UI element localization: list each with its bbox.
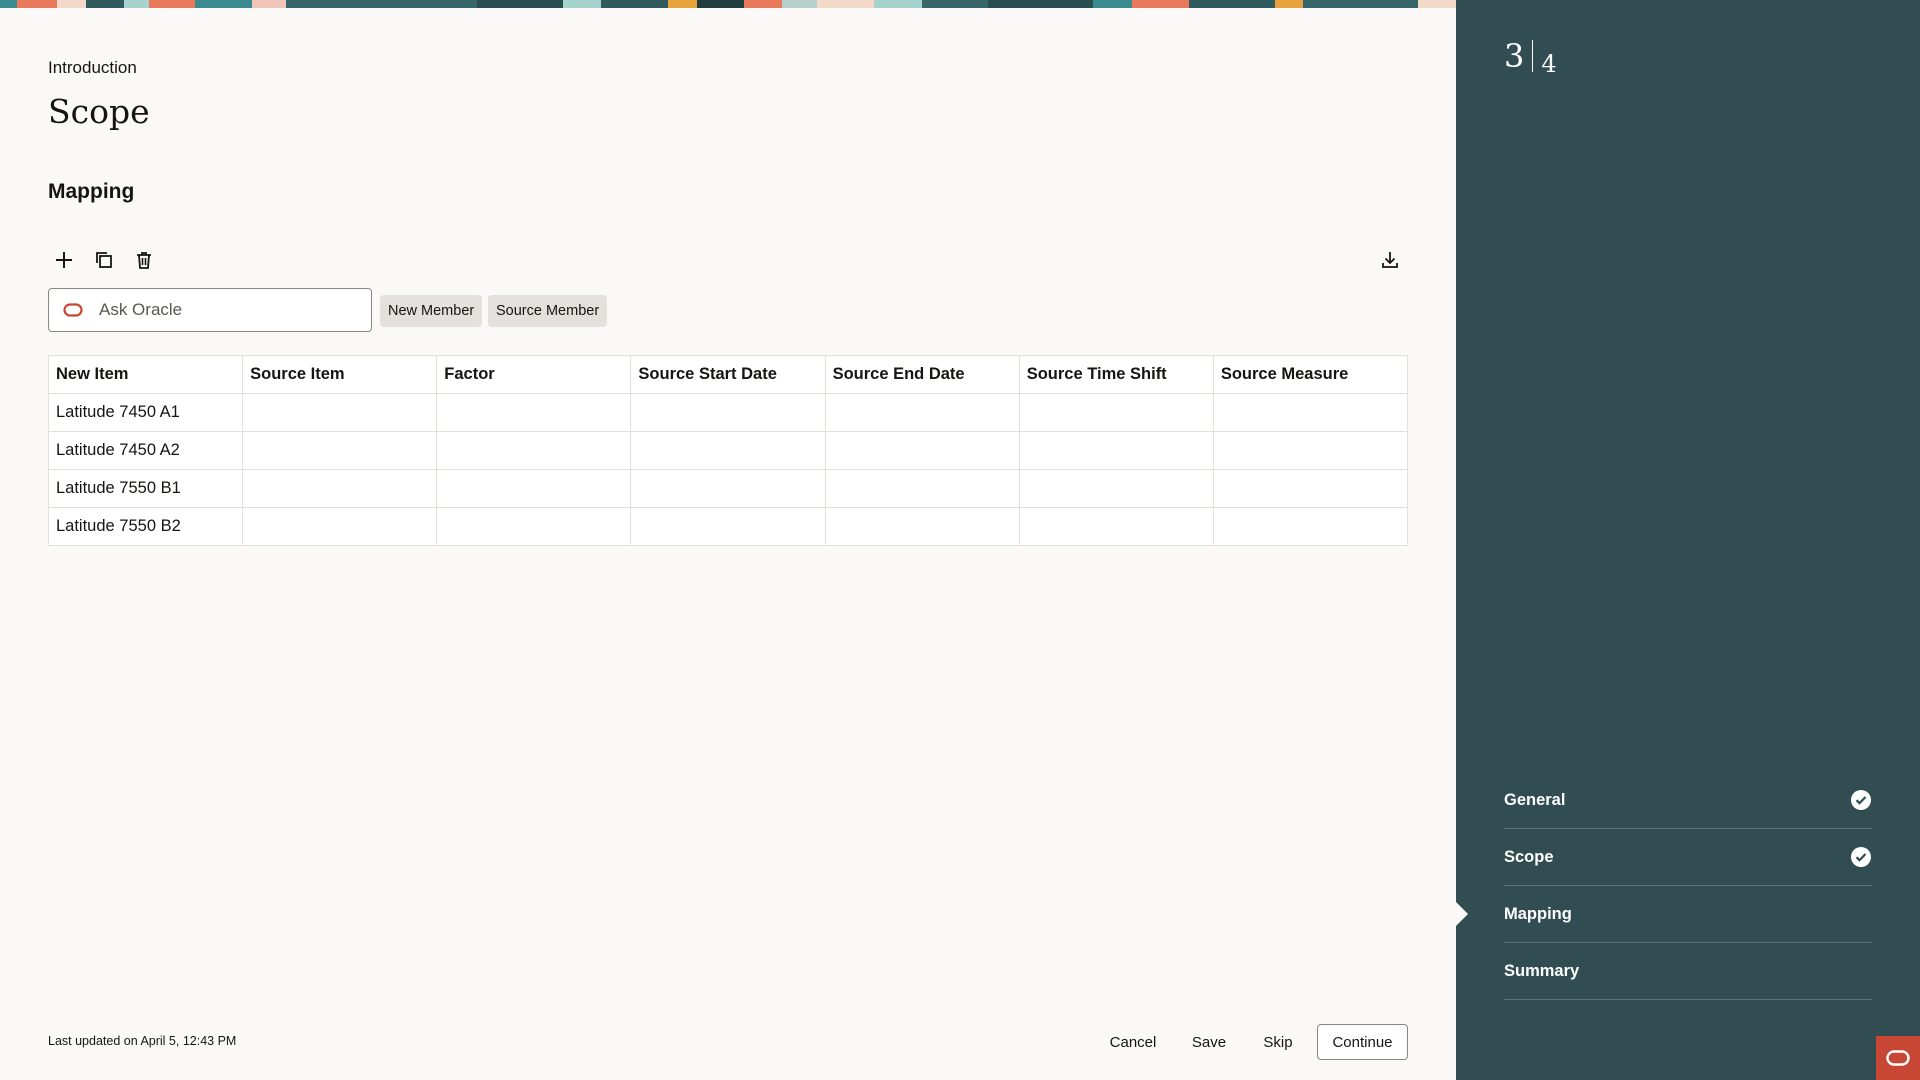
ask-oracle-box[interactable] — [48, 288, 372, 332]
table-header-row: New Item Source Item Factor Source Start… — [47, 355, 1409, 394]
step-label: Scope — [1504, 847, 1554, 866]
table-cell[interactable] — [824, 469, 1020, 508]
ask-oracle-input[interactable] — [99, 300, 349, 320]
step-list: General Scope Mapping Summary — [1504, 772, 1872, 1000]
step-item-summary[interactable]: Summary — [1504, 943, 1872, 1000]
step-item-general[interactable]: General — [1504, 772, 1872, 829]
table-cell[interactable] — [1018, 507, 1214, 546]
column-header-factor[interactable]: Factor — [436, 355, 632, 394]
column-header-source-start-date[interactable]: Source Start Date — [630, 355, 826, 394]
table-cell[interactable]: Latitude 7450 A2 — [47, 431, 244, 470]
table-cell[interactable] — [630, 507, 826, 546]
trash-icon — [137, 252, 151, 269]
step-total: 4 — [1541, 50, 1557, 78]
oracle-ring-icon — [1886, 1050, 1910, 1066]
table-cell[interactable] — [824, 431, 1020, 470]
copy-icon — [96, 252, 112, 268]
table-cell[interactable]: Latitude 7450 A1 — [47, 393, 244, 432]
active-step-pointer — [1456, 902, 1468, 926]
oracle-ring-icon — [63, 303, 83, 317]
main-content: Introduction Scope Mapping Ask Oracle Ne… — [0, 8, 1456, 1080]
table-cell[interactable] — [1212, 393, 1409, 432]
continue-button[interactable]: Continue — [1317, 1024, 1408, 1060]
section-title: Mapping — [48, 180, 135, 203]
table-cell[interactable] — [824, 393, 1020, 432]
check-circle-icon — [1851, 790, 1871, 810]
step-item-mapping[interactable]: Mapping — [1504, 886, 1872, 943]
column-header-source-end-date[interactable]: Source End Date — [824, 355, 1020, 394]
table-cell[interactable] — [242, 507, 438, 546]
table-cell[interactable] — [242, 469, 438, 508]
decorative-banner — [0, 0, 1456, 8]
column-header-source-measure[interactable]: Source Measure — [1212, 355, 1409, 394]
skip-button[interactable]: Skip — [1256, 1024, 1300, 1060]
table-toolbar — [50, 246, 158, 274]
step-counter: 3 4 — [1504, 38, 1557, 76]
last-updated-text: Last updated on April 5, 12:43 PM — [48, 1034, 237, 1048]
duplicate-row-button[interactable] — [90, 246, 118, 274]
table-cell[interactable] — [436, 431, 632, 470]
table-cell[interactable]: Latitude 7550 B2 — [47, 507, 244, 546]
breadcrumb: Introduction — [48, 58, 137, 77]
table-cell[interactable] — [630, 469, 826, 508]
step-current: 3 — [1504, 37, 1525, 75]
download-icon — [1382, 252, 1398, 268]
step-label: General — [1504, 790, 1566, 809]
table-row: Latitude 7450 A2 — [47, 431, 1409, 470]
mapping-table: New Item Source Item Factor Source Start… — [47, 355, 1409, 546]
delete-row-button[interactable] — [130, 246, 158, 274]
table-row: Latitude 7550 B1 — [47, 469, 1409, 508]
progress-rail: 3 4 General Scope Mapping Summary — [1456, 0, 1920, 1080]
table-cell[interactable] — [630, 431, 826, 470]
check-circle-icon — [1851, 847, 1871, 867]
table-cell[interactable] — [436, 469, 632, 508]
download-button[interactable] — [1376, 246, 1404, 274]
add-row-button[interactable] — [50, 246, 78, 274]
table-cell[interactable] — [1018, 431, 1214, 470]
plus-icon — [56, 252, 72, 268]
table-cell[interactable] — [1018, 393, 1214, 432]
new-member-chip[interactable]: New Member — [380, 295, 483, 327]
table-cell[interactable] — [824, 507, 1020, 546]
step-label: Summary — [1504, 961, 1580, 980]
cancel-button[interactable]: Cancel — [1100, 1024, 1166, 1060]
table-cell[interactable] — [436, 507, 632, 546]
step-label: Mapping — [1504, 904, 1572, 923]
table-row: Latitude 7450 A1 — [47, 393, 1409, 432]
page-title: Scope — [48, 92, 150, 131]
table-cell[interactable] — [436, 393, 632, 432]
step-item-scope[interactable]: Scope — [1504, 829, 1872, 886]
table-cell[interactable] — [242, 431, 438, 470]
source-member-chip[interactable]: Source Member — [488, 295, 608, 327]
table-cell[interactable] — [1212, 431, 1409, 470]
step-divider — [1532, 40, 1534, 72]
table-row: Latitude 7550 B2 — [47, 507, 1409, 546]
table-cell[interactable] — [630, 393, 826, 432]
table-cell[interactable] — [1212, 469, 1409, 508]
table-cell[interactable] — [1018, 469, 1214, 508]
oracle-assistant-button[interactable] — [1876, 1036, 1920, 1080]
table-cell[interactable] — [1212, 507, 1409, 546]
column-header-source-time-shift[interactable]: Source Time Shift — [1018, 355, 1214, 394]
column-header-source-item[interactable]: Source Item — [242, 355, 438, 394]
column-header-new-item[interactable]: New Item — [47, 355, 244, 394]
table-cell[interactable] — [242, 393, 438, 432]
save-button[interactable]: Save — [1184, 1024, 1234, 1060]
table-cell[interactable]: Latitude 7550 B1 — [47, 469, 244, 508]
